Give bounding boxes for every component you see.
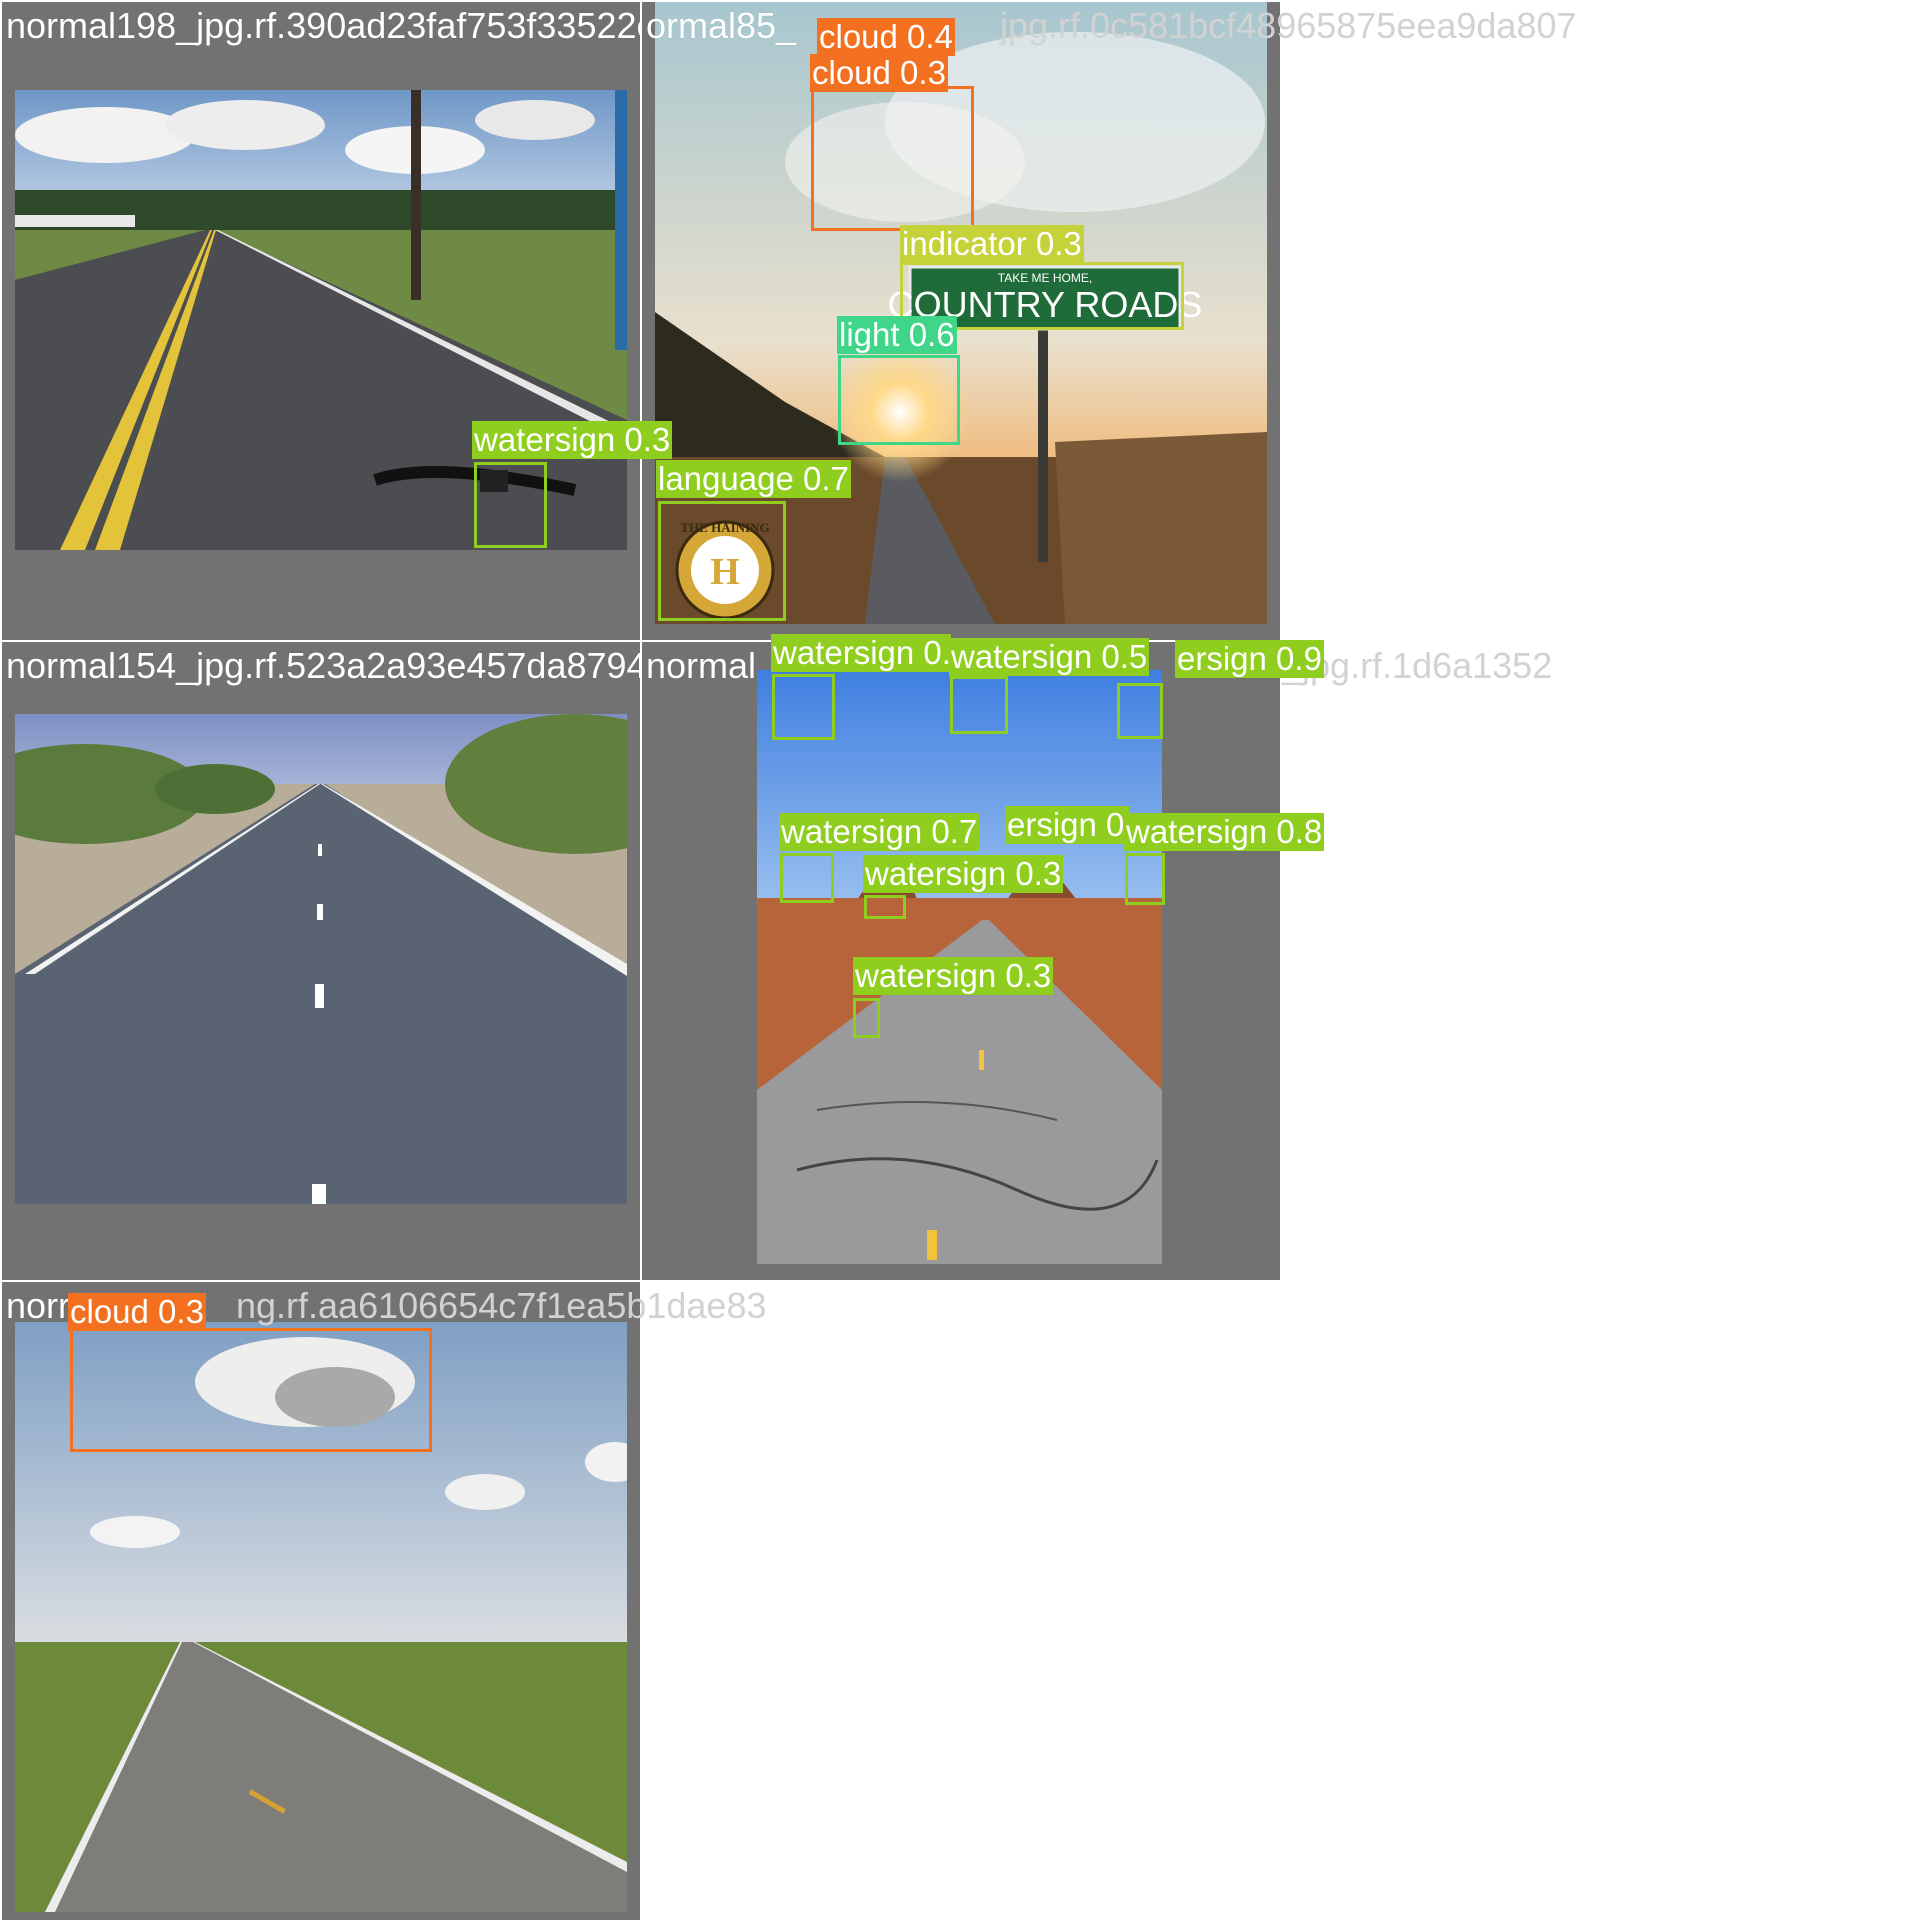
tile-filename-overflow: jpg.rf.0c581bcf48965875eea9da807 [1000,5,1577,46]
detection-box [1125,853,1165,905]
detection-box [950,676,1008,734]
straight-road-image [15,714,627,1204]
tile-filename: normal198_jpg.rf.390ad23faf753f33522e0da… [6,5,640,46]
detection-label: watersign 0. [771,634,951,672]
image-tile: normal154_jpg.rf.523a2a93e457da879404419 [2,642,640,1280]
tile-filename: normal154_jpg.rf.523a2a93e457da879404419 [6,645,640,686]
detection-label: cloud 0.3 [810,54,948,92]
detection-box [474,462,547,548]
detection-label: watersign 0.5 [949,638,1150,676]
detection-label: watersign 0.3 [863,855,1064,893]
detection-box [70,1328,432,1452]
detection-label: watersign 0.7 [779,813,980,851]
detection-box [1117,683,1163,739]
detection-label: watersign 0.8 [1124,813,1325,851]
detection-label: watersign 0.3 [472,421,673,459]
detection-label: ersign 0.9 [1175,640,1324,678]
tile-filename: normal [646,645,757,686]
detection-box [838,355,960,445]
detection-box [864,895,906,919]
detection-label: ersign 0. [1005,806,1129,844]
detection-label: language 0.7 [656,460,851,498]
tile-filename: ormal85_ [646,5,797,46]
road-photo [15,714,627,1204]
detection-label: cloud 0.4 [817,18,955,56]
tile-filename: norr [6,1285,71,1326]
detection-box [853,998,880,1038]
detection-label: light 0.6 [837,316,957,354]
detection-label: watersign 0.3 [853,957,1054,995]
detection-box [780,853,834,903]
detection-box [772,674,835,740]
detection-box [658,501,786,621]
detection-label: indicator 0.3 [900,225,1084,263]
tile-filename-overflow: ng.rf.aa6106654c7f1ea5b1dae83 [236,1285,767,1326]
detection-label: cloud 0.3 [68,1293,206,1331]
detection-box [811,86,974,231]
